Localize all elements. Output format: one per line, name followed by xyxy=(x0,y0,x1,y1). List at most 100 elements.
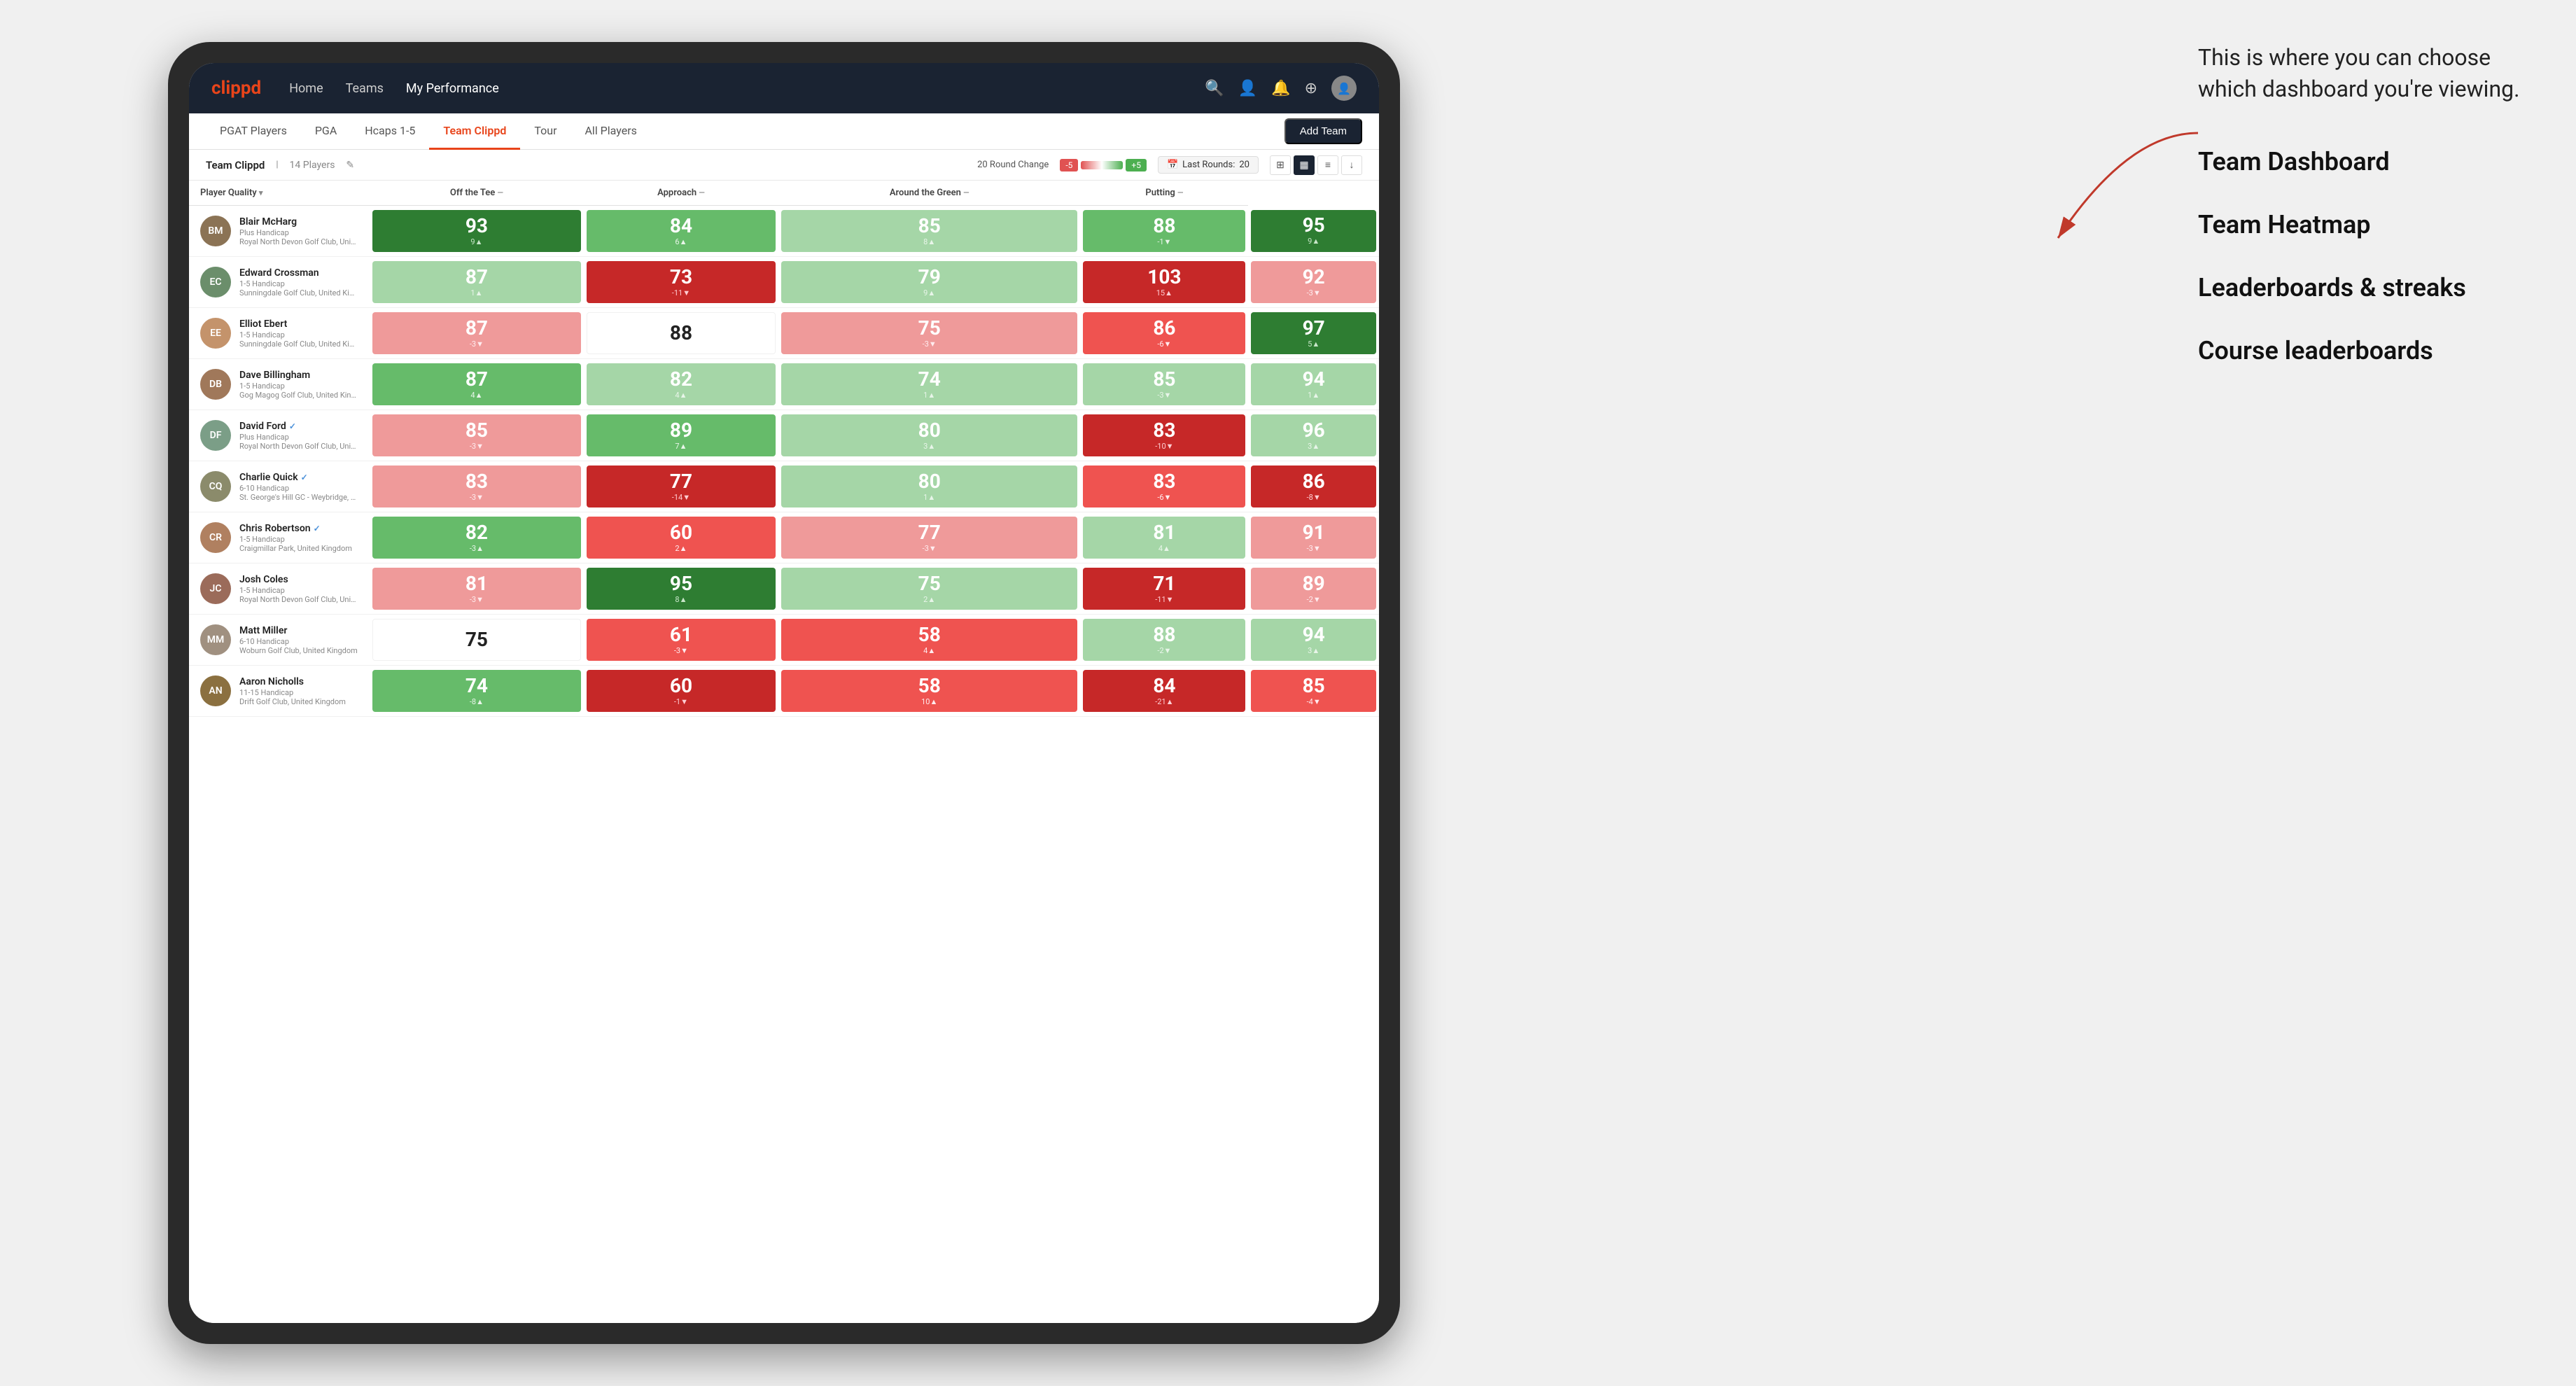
table-row[interactable]: BM Blair McHarg Plus Handicap Royal Nort… xyxy=(189,206,1379,257)
nav-item-my-performance[interactable]: My Performance xyxy=(406,81,499,96)
score-value-6-4: 91 xyxy=(1303,523,1325,542)
player-info-9: Aaron Nicholls 11-15 Handicap Drift Golf… xyxy=(239,676,358,706)
team-bar-right: 20 Round Change -5 +5 📅 Last Rounds: 20 … xyxy=(977,155,1362,175)
score-box-1-3: 103 15▲ xyxy=(1083,261,1245,303)
notifications-icon[interactable]: 🔔 xyxy=(1271,80,1290,97)
subnav-hcaps[interactable]: Hcaps 1-5 xyxy=(351,113,429,150)
last-rounds-button[interactable]: 📅 Last Rounds: 20 xyxy=(1158,156,1259,174)
table-row[interactable]: CQ Charlie Quick✓ 6-10 Handicap St. Geor… xyxy=(189,461,1379,512)
score-box-7-0: 81 -3▼ xyxy=(372,568,581,610)
profile-icon[interactable]: 👤 xyxy=(1238,80,1257,97)
subnav-pgat[interactable]: PGAT Players xyxy=(206,113,301,150)
score-cell-5-4: 86 -8▼ xyxy=(1248,461,1379,512)
score-box-4-3: 83 -10▼ xyxy=(1083,414,1245,456)
score-cell-6-2: 77 -3▼ xyxy=(778,512,1080,564)
annotation-item-1: Team Dashboard xyxy=(2198,147,2534,176)
subnav-all-players[interactable]: All Players xyxy=(570,113,650,150)
score-change-9-3: -21▲ xyxy=(1155,697,1173,706)
th-off-tee-label: Off the Tee xyxy=(450,188,495,198)
subnav-items: PGAT Players PGA Hcaps 1-5 Team Clippd T… xyxy=(206,113,1284,149)
add-team-button[interactable]: Add Team xyxy=(1284,118,1362,144)
score-cell-2-4: 97 5▲ xyxy=(1248,308,1379,359)
download-icon[interactable]: ↓ xyxy=(1341,155,1362,175)
score-value-3-2: 74 xyxy=(918,370,941,389)
score-value-8-1: 61 xyxy=(670,625,692,645)
score-box-6-3: 81 4▲ xyxy=(1083,517,1245,559)
player-name-4: David Ford✓ xyxy=(239,421,358,432)
nav-item-home[interactable]: Home xyxy=(289,81,323,96)
player-cell-0: BM Blair McHarg Plus Handicap Royal Nort… xyxy=(189,206,370,257)
player-handicap-1: 1-5 Handicap xyxy=(239,279,358,288)
score-change-4-2: 3▲ xyxy=(923,442,935,451)
score-cell-7-0: 81 -3▼ xyxy=(370,564,584,615)
settings-icon[interactable]: ⊕ xyxy=(1305,80,1317,97)
nav-item-teams[interactable]: Teams xyxy=(346,81,384,96)
score-value-6-3: 81 xyxy=(1153,523,1175,542)
score-box-4-4: 96 3▲ xyxy=(1251,414,1376,456)
score-cell-8-2: 58 4▲ xyxy=(778,615,1080,666)
player-info-8: Matt Miller 6-10 Handicap Woburn Golf Cl… xyxy=(239,625,358,655)
subnav-pga[interactable]: PGA xyxy=(301,113,351,150)
score-cell-8-4: 94 3▲ xyxy=(1248,615,1379,666)
score-change-2-3: -6▼ xyxy=(1157,340,1171,349)
score-cell-6-3: 81 4▲ xyxy=(1080,512,1248,564)
score-value-7-2: 75 xyxy=(918,574,941,594)
badge-green: +5 xyxy=(1126,159,1147,172)
table-row[interactable]: JC Josh Coles 1-5 Handicap Royal North D… xyxy=(189,564,1379,615)
score-box-7-4: 89 -2▼ xyxy=(1251,568,1376,610)
score-cell-7-3: 71 -11▼ xyxy=(1080,564,1248,615)
table-row[interactable]: AN Aaron Nicholls 11-15 Handicap Drift G… xyxy=(189,666,1379,717)
table-row[interactable]: MM Matt Miller 6-10 Handicap Woburn Golf… xyxy=(189,615,1379,666)
score-box-5-3: 83 -6▼ xyxy=(1083,465,1245,507)
score-cell-0-1: 84 6▲ xyxy=(584,206,778,257)
subnav-tour[interactable]: Tour xyxy=(520,113,570,150)
heatmap-view-icon[interactable]: ▦ xyxy=(1294,155,1315,175)
edit-icon[interactable]: ✎ xyxy=(346,160,354,171)
player-info-2: Elliot Ebert 1-5 Handicap Sunningdale Go… xyxy=(239,318,358,349)
score-box-1-1: 73 -11▼ xyxy=(587,261,776,303)
score-cell-6-0: 82 -3▲ xyxy=(370,512,584,564)
player-info-1: Edward Crossman 1-5 Handicap Sunningdale… xyxy=(239,267,358,298)
player-handicap-3: 1-5 Handicap xyxy=(239,382,358,391)
th-player: Player Quality ▾ xyxy=(189,181,370,206)
table-row[interactable]: DB Dave Billingham 1-5 Handicap Gog Mago… xyxy=(189,359,1379,410)
score-box-5-0: 83 -3▼ xyxy=(372,465,581,507)
table-row[interactable]: DF David Ford✓ Plus Handicap Royal North… xyxy=(189,410,1379,461)
score-cell-5-2: 80 1▲ xyxy=(778,461,1080,512)
player-info-6: Chris Robertson✓ 1-5 Handicap Craigmilla… xyxy=(239,523,358,553)
score-value-0-1: 84 xyxy=(670,216,692,236)
view-icons: ⊞ ▦ ≡ ↓ xyxy=(1270,155,1362,175)
score-value-0-3: 88 xyxy=(1153,216,1175,236)
subnav-team-clippd[interactable]: Team Clippd xyxy=(429,113,520,150)
search-icon[interactable]: 🔍 xyxy=(1205,80,1224,97)
player-name-2: Elliot Ebert xyxy=(239,318,358,330)
score-cell-3-1: 82 4▲ xyxy=(584,359,778,410)
player-cell-5: CQ Charlie Quick✓ 6-10 Handicap St. Geor… xyxy=(189,461,370,512)
player-name-8: Matt Miller xyxy=(239,625,358,636)
score-cell-8-0: 75 xyxy=(370,615,584,666)
th-putting: Putting — xyxy=(1080,181,1248,206)
grid-view-icon[interactable]: ⊞ xyxy=(1270,155,1291,175)
score-box-6-4: 91 -3▼ xyxy=(1251,517,1376,559)
main-content: Player Quality ▾ Off the Tee — Approach … xyxy=(189,181,1379,1323)
score-change-3-4: 1▲ xyxy=(1308,391,1320,400)
score-cell-1-0: 87 1▲ xyxy=(370,257,584,308)
score-value-2-0: 87 xyxy=(465,318,488,338)
score-cell-9-1: 60 -1▼ xyxy=(584,666,778,717)
score-change-8-1: -3▼ xyxy=(674,646,688,655)
tablet-screen: clippd Home Teams My Performance 🔍 👤 🔔 ⊕… xyxy=(189,63,1379,1323)
score-value-8-3: 88 xyxy=(1153,625,1175,645)
table-row[interactable]: EE Elliot Ebert 1-5 Handicap Sunningdale… xyxy=(189,308,1379,359)
navbar-icons: 🔍 👤 🔔 ⊕ 👤 xyxy=(1205,76,1357,101)
table-row[interactable]: CR Chris Robertson✓ 1-5 Handicap Craigmi… xyxy=(189,512,1379,564)
player-club-4: Royal North Devon Golf Club, United King… xyxy=(239,442,358,451)
score-change-7-0: -3▼ xyxy=(470,595,484,604)
score-change-0-3: -1▼ xyxy=(1157,237,1171,246)
score-cell-9-4: 85 -4▼ xyxy=(1248,666,1379,717)
list-view-icon[interactable]: ≡ xyxy=(1317,155,1338,175)
score-cell-3-2: 74 1▲ xyxy=(778,359,1080,410)
score-value-8-0: 75 xyxy=(465,630,488,650)
score-value-9-2: 58 xyxy=(918,676,941,696)
table-row[interactable]: EC Edward Crossman 1-5 Handicap Sunningd… xyxy=(189,257,1379,308)
avatar[interactable]: 👤 xyxy=(1331,76,1357,101)
